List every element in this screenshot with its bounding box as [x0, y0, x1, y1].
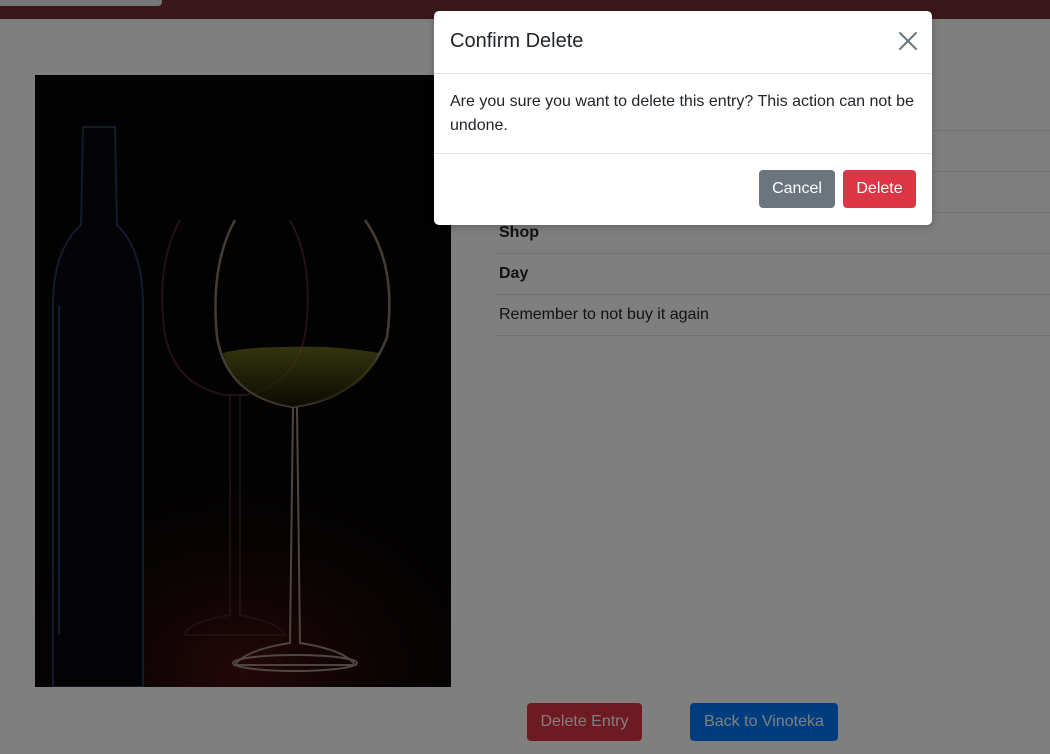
close-icon	[899, 32, 917, 50]
modal-close-button[interactable]	[896, 29, 920, 53]
modal-body: Are you sure you want to delete this ent…	[434, 74, 932, 154]
confirm-delete-button[interactable]: Delete	[843, 170, 916, 208]
modal-header: Confirm Delete	[434, 11, 932, 74]
cancel-button[interactable]: Cancel	[759, 170, 835, 208]
modal-footer: Cancel Delete	[434, 154, 932, 224]
page: Shop Day Remember to not buy it again De…	[0, 0, 1050, 754]
modal-title: Confirm Delete	[450, 30, 584, 52]
confirm-delete-modal: Confirm Delete Are you sure you want to …	[434, 11, 932, 225]
modal-message: Are you sure you want to delete this ent…	[450, 93, 914, 134]
